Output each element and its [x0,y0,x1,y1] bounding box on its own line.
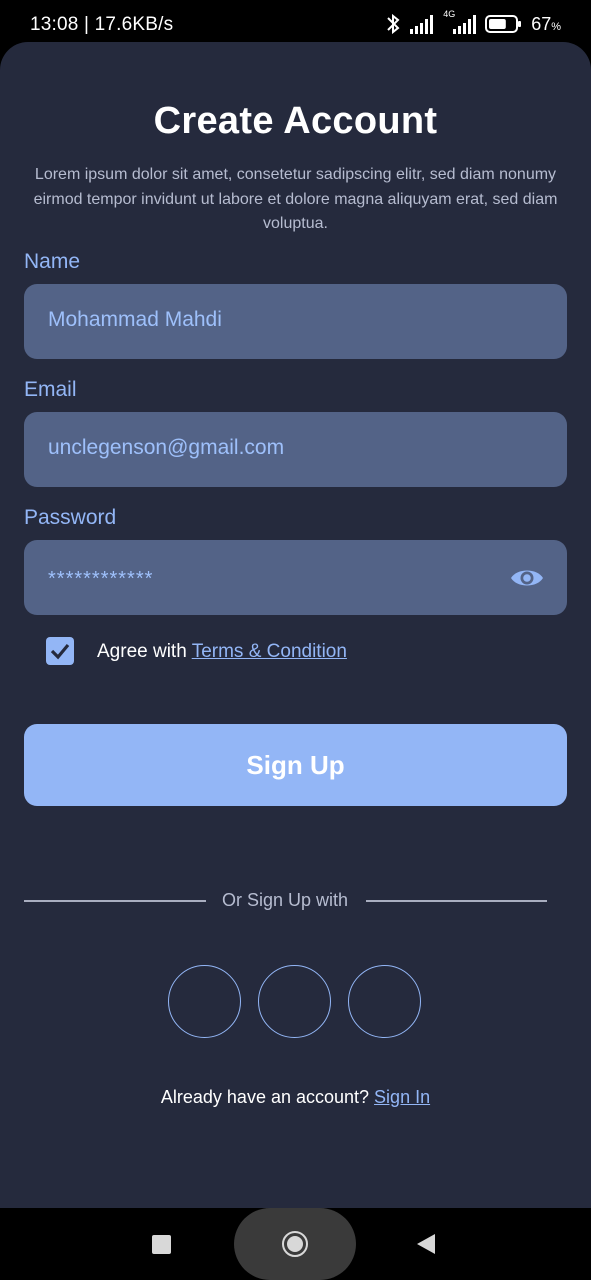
battery-percent-value: 67 [531,13,552,34]
signal-icon [409,13,435,35]
social-button-2[interactable] [258,965,331,1038]
check-icon [50,643,70,660]
recents-icon[interactable] [152,1235,171,1254]
battery-icon [485,13,523,35]
password-label: Password [24,506,117,529]
terms-link[interactable]: Terms & Condition [192,641,347,662]
name-field[interactable]: Mohammad Mahdi [24,284,567,359]
status-time-speed: 13:08 | 17.6KB/s [30,14,174,35]
battery-percent-unit: % [551,20,561,33]
divider-left [24,900,206,902]
divider-right [366,900,547,902]
email-value: unclegenson@gmail.com [48,436,285,459]
agree-row: Agree with Terms & Condition [97,641,347,663]
social-button-1[interactable] [168,965,241,1038]
name-value: Mohammad Mahdi [48,308,222,331]
battery-percent: 67% [531,14,561,35]
name-label: Name [24,250,81,273]
password-value: ************ [48,568,154,590]
status-icons: 4G 67% [385,9,561,36]
email-field[interactable]: unclegenson@gmail.com [24,412,567,487]
bluetooth-icon [385,12,401,36]
eye-icon[interactable] [509,564,545,592]
divider-text: Or Sign Up with [221,890,349,910]
email-label: Email [24,378,77,401]
password-field[interactable]: ************ [24,540,567,615]
back-icon[interactable] [417,1234,435,1254]
home-dot-icon [287,1236,303,1252]
network-4g-icon: 4G [443,9,477,35]
agree-text: Agree with [97,641,192,662]
signin-prompt: Already have an account? [160,1087,375,1107]
signup-button[interactable]: Sign Up [24,724,567,806]
page-subtitle: Lorem ipsum dolor sit amet, consetetur s… [33,166,558,232]
social-button-3[interactable] [348,965,421,1038]
home-button[interactable] [234,1208,356,1280]
navigation-bar [0,1208,591,1280]
page-title: Create Account [153,100,438,142]
signin-link[interactable]: Sign In [374,1087,430,1107]
agree-checkbox[interactable] [46,637,74,665]
signin-row: Already have an account? Sign In [0,1087,591,1108]
